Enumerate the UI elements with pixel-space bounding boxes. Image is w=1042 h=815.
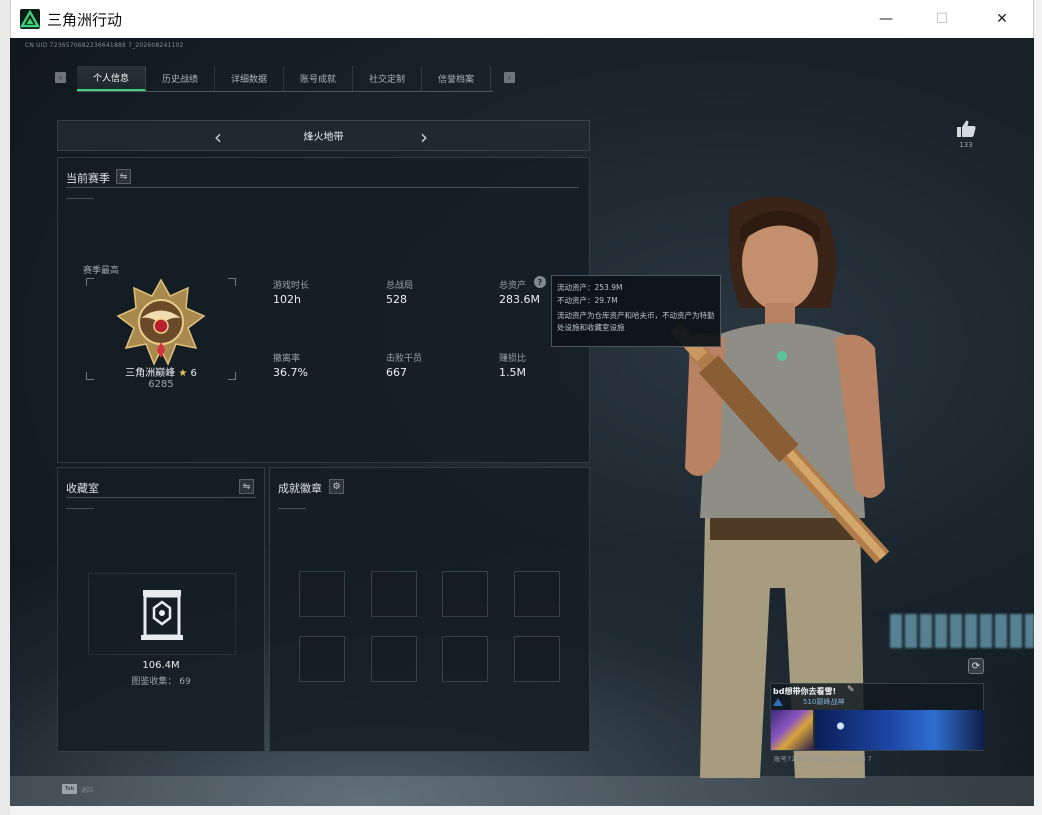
gear-icon[interactable]: ⚙: [329, 479, 344, 494]
rank-name: 三角洲巅峰 ★ 6: [58, 364, 264, 379]
profile-account-id: 账号7236570682236641888 7: [774, 755, 872, 763]
season-highest-label: 赛季最高: [83, 266, 120, 276]
badge-slot[interactable]: [514, 571, 560, 617]
mode-next-button[interactable]: ›: [420, 125, 428, 149]
tabs-next-button[interactable]: ›: [504, 72, 515, 83]
delta-force-logo-icon: [20, 9, 40, 29]
window-title: 三角洲行动: [47, 11, 123, 29]
avatar: [771, 710, 813, 750]
tooltip-note: 流动资产为仓库资产和哈夫币，不动资产为特勤处设施和收藏室设施: [557, 311, 715, 332]
tab-key-hint[interactable]: Tab: [62, 784, 77, 794]
badge-slot[interactable]: [442, 571, 488, 617]
back-label: 返回: [81, 787, 94, 794]
profile-banner: [815, 710, 985, 750]
stat-matches-label: 总战局: [386, 281, 414, 291]
achievements-title: 成就徽章: [278, 482, 322, 495]
vault-panel: 收藏室 ⇋ 106.4M 图鉴收集： 69: [57, 467, 265, 752]
minimize-button[interactable]: —: [863, 0, 909, 38]
profile-card[interactable]: bd想带你去看雪! ✎ 510巅峰战神: [770, 683, 985, 751]
close-button[interactable]: ✕: [979, 0, 1025, 38]
badge-slot[interactable]: [371, 571, 417, 617]
help-icon[interactable]: ?: [534, 276, 546, 288]
season-title: 当前赛季: [66, 172, 110, 185]
mode-prev-button[interactable]: ‹: [214, 125, 222, 149]
stat-extract-rate-value: 36.7%: [273, 366, 308, 379]
profile-rank: 510巅峰战神: [803, 698, 845, 706]
badge-slot[interactable]: [514, 636, 560, 682]
star-icon: ★: [178, 368, 188, 379]
badge-slot[interactable]: [371, 636, 417, 682]
like-count: 133: [959, 141, 973, 149]
rank-icon: [773, 698, 783, 706]
stat-assets-value: 283.6M: [499, 293, 540, 306]
stat-matches-value: 528: [386, 293, 407, 306]
badge-slot[interactable]: [442, 636, 488, 682]
tabs-prev-button[interactable]: ‹: [55, 72, 66, 83]
vault-value: 106.4M: [142, 660, 180, 671]
badge-slot[interactable]: [299, 636, 345, 682]
stat-assets-label: 总资产: [499, 281, 527, 291]
season-panel: 当前赛季 ⇋ 赛季最高 三角洲巅峰 ★ 6 6285 游戏时长 102h 总战局…: [57, 157, 590, 463]
tab-details[interactable]: 详细数据: [215, 66, 284, 91]
season-swap-button[interactable]: ⇋: [116, 169, 131, 184]
refresh-icon[interactable]: ⟳: [968, 658, 984, 674]
badge-slot[interactable]: [299, 571, 345, 617]
achievements-panel: 成就徽章 ⚙: [269, 467, 590, 752]
vault-title: 收藏室: [66, 482, 99, 495]
maximize-button[interactable]: ☐: [919, 0, 965, 38]
rank-stars-count: 6: [190, 368, 197, 379]
stat-profit-ratio-label: 赚损比: [499, 354, 527, 364]
edit-icon[interactable]: ✎: [847, 685, 855, 695]
tab-achievements[interactable]: 账号成就: [284, 66, 353, 91]
profile-name: bd想带你去看雪!: [773, 687, 837, 696]
assets-tooltip: 流动资产：253.9M 不动资产：29.7M 流动资产为仓库资产和哈夫币，不动资…: [551, 275, 721, 347]
stat-kills-label: 击败干员: [386, 354, 423, 364]
stat-kills-value: 667: [386, 366, 407, 379]
vault-swap-button[interactable]: ⇋: [239, 479, 254, 494]
title-divider: [66, 497, 256, 498]
vault-safe-icon: [139, 588, 185, 646]
tab-personal-info[interactable]: 个人信息: [77, 66, 146, 91]
vault-collection-label: 图鉴收集：: [131, 677, 177, 687]
tab-reputation[interactable]: 信誉档案: [422, 66, 491, 91]
tab-history[interactable]: 历史战绩: [146, 66, 215, 91]
tab-bar: 个人信息 历史战绩 详细数据 账号成就 社交定制 信誉档案: [77, 66, 493, 92]
vault-collection: 图鉴收集： 69: [58, 674, 264, 687]
player-uid: CN UID 7236570682236641888 7_20260824110…: [25, 42, 184, 49]
stat-profit-ratio-value: 1.5M: [499, 366, 526, 379]
sub-divider: [278, 508, 306, 509]
window-titlebar: 三角洲行动 — ☐ ✕: [10, 0, 1034, 38]
vault-collection-count: 69: [179, 677, 191, 687]
sub-divider: [66, 508, 94, 509]
tooltip-fixed-assets: 不动资产：29.7M: [557, 296, 618, 305]
rank-name-text: 三角洲巅峰: [125, 368, 176, 379]
mode-name: 烽火地带: [303, 132, 344, 143]
game-viewport: CN UID 7236570682236641888 7_20260824110…: [10, 38, 1034, 806]
stat-extract-rate-label: 撤离率: [273, 354, 301, 364]
stat-playtime-label: 游戏时长: [273, 281, 310, 291]
mode-selector: ‹ 烽火地带 ›: [57, 120, 590, 151]
desktop-background: [0, 0, 10, 815]
tooltip-liquid-assets: 流动资产：253.9M: [557, 283, 623, 292]
title-divider: [66, 187, 579, 188]
tab-social[interactable]: 社交定制: [353, 66, 422, 91]
rank-badge-icon: [116, 278, 206, 372]
thumbs-up-icon[interactable]: [955, 120, 977, 142]
stat-playtime-value: 102h: [273, 293, 301, 306]
rank-score: 6285: [148, 379, 174, 390]
sub-divider: [66, 198, 94, 199]
